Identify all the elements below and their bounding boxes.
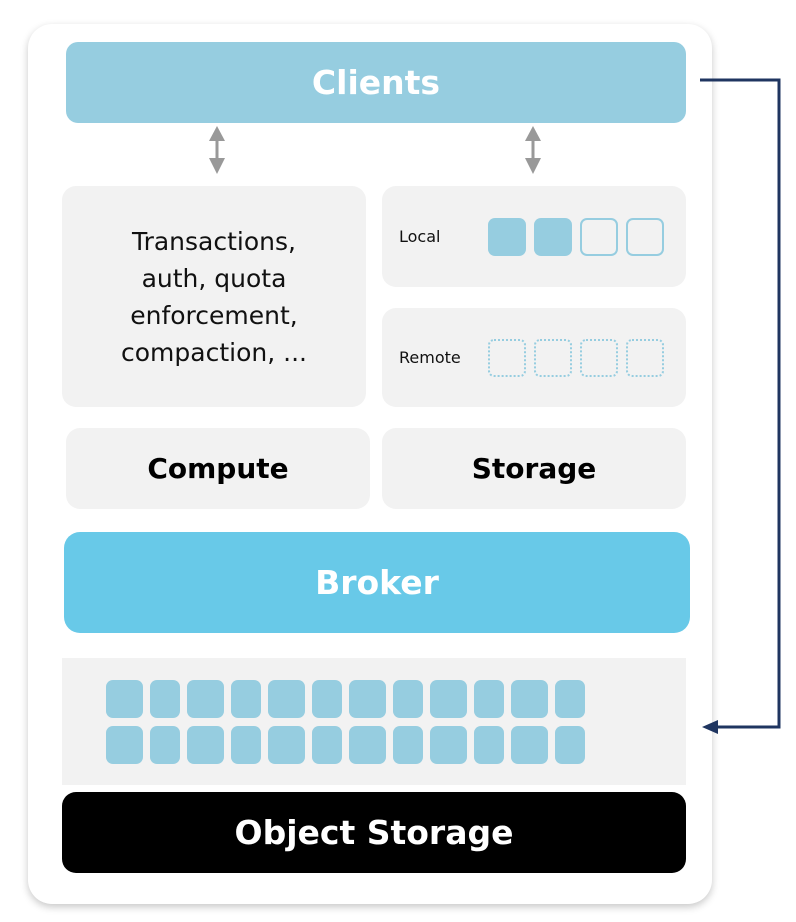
compute-description-text: Transactions, auth, quota enforcement, c… bbox=[121, 223, 307, 371]
object-tiles bbox=[106, 680, 585, 764]
object-tile bbox=[312, 680, 342, 718]
description-line: enforcement, bbox=[130, 300, 298, 330]
object-tile bbox=[106, 680, 143, 718]
local-slot-empty bbox=[626, 217, 664, 256]
object-tile bbox=[231, 726, 261, 764]
object-tile bbox=[150, 680, 180, 718]
storage-label: Storage bbox=[471, 452, 597, 485]
object-tile bbox=[187, 726, 224, 764]
object-tile bbox=[430, 680, 467, 718]
object-tile bbox=[393, 726, 423, 764]
remote-slot-dotted bbox=[534, 338, 572, 377]
broker-block: Broker bbox=[64, 532, 690, 633]
compute-label-box: Compute bbox=[66, 428, 370, 509]
object-tile bbox=[555, 726, 585, 764]
object-tile bbox=[106, 726, 143, 764]
object-storage-block: Object Storage bbox=[62, 792, 686, 873]
remote-slot-dotted bbox=[580, 338, 618, 377]
remote-slot-dotted bbox=[626, 338, 664, 377]
local-tier-label: Local bbox=[399, 227, 441, 246]
object-tile bbox=[268, 726, 305, 764]
object-tile bbox=[511, 726, 548, 764]
object-tile bbox=[393, 680, 423, 718]
object-tile bbox=[349, 680, 386, 718]
object-storage-label: Object Storage bbox=[234, 813, 514, 852]
remote-slot-dotted bbox=[488, 338, 526, 377]
object-tile bbox=[268, 680, 305, 718]
object-tile bbox=[150, 726, 180, 764]
broker-label: Broker bbox=[315, 563, 439, 602]
storage-label-box: Storage bbox=[382, 428, 686, 509]
local-slots bbox=[488, 217, 664, 256]
object-tile bbox=[349, 726, 386, 764]
compute-description-box: Transactions, auth, quota enforcement, c… bbox=[62, 186, 366, 407]
object-tile bbox=[474, 680, 504, 718]
remote-storage-tier: Remote bbox=[382, 308, 686, 407]
remote-slots bbox=[488, 338, 664, 377]
object-tile bbox=[511, 680, 548, 718]
object-tile bbox=[555, 680, 585, 718]
local-slot-filled bbox=[488, 217, 526, 256]
local-slot-filled bbox=[534, 217, 572, 256]
remote-tier-label: Remote bbox=[399, 348, 461, 367]
local-slot-empty bbox=[580, 217, 618, 256]
description-line: auth, quota bbox=[141, 263, 287, 293]
object-tile bbox=[231, 680, 261, 718]
clients-label: Clients bbox=[311, 63, 441, 102]
description-line: compaction, ... bbox=[121, 337, 307, 367]
object-tile bbox=[187, 680, 224, 718]
clients-block: Clients bbox=[66, 42, 686, 123]
object-tile bbox=[430, 726, 467, 764]
local-storage-tier: Local bbox=[382, 186, 686, 287]
object-grid-panel bbox=[62, 658, 686, 785]
object-tile bbox=[312, 726, 342, 764]
compute-label: Compute bbox=[147, 452, 289, 485]
description-line: Transactions, bbox=[131, 226, 296, 256]
object-tile bbox=[474, 726, 504, 764]
